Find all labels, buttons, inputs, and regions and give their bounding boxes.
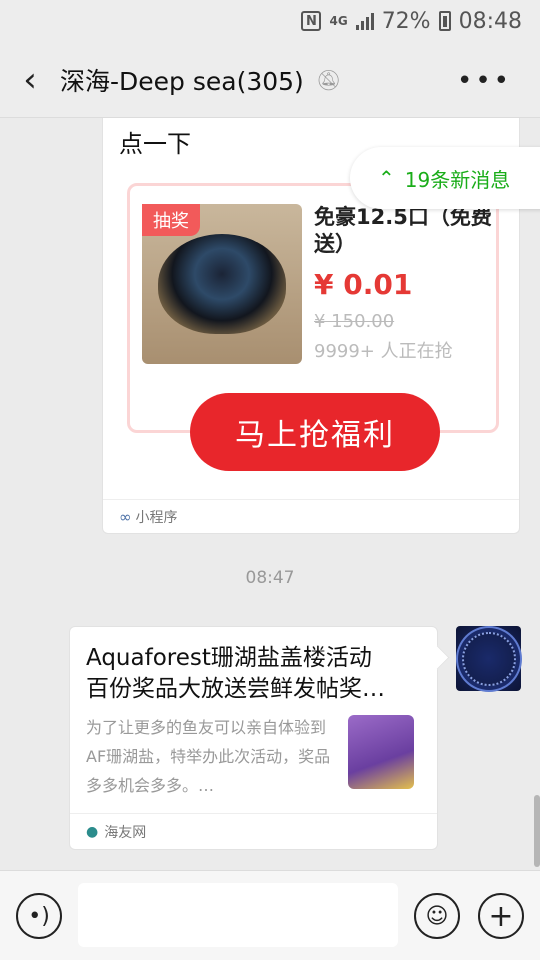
status-clock: 08:48 bbox=[458, 8, 522, 34]
link-card-title: Aquaforest珊湖盐盖楼活动 百份奖品大放送尝鲜发帖奖… bbox=[86, 643, 426, 705]
mini-program-icon: ∞ bbox=[119, 507, 132, 526]
signal-icon bbox=[355, 12, 374, 30]
nfc-icon: N bbox=[301, 11, 322, 31]
source-icon: ● bbox=[86, 823, 99, 840]
battery-percent: 72% bbox=[381, 8, 431, 34]
message-input[interactable] bbox=[78, 883, 398, 947]
lottery-badge: 抽奖 bbox=[142, 204, 200, 236]
voice-icon: •) bbox=[28, 903, 50, 929]
link-card-footer: ● 海友网 bbox=[70, 813, 437, 849]
battery-icon bbox=[438, 11, 451, 31]
network-type: 4G bbox=[329, 13, 348, 28]
participants-count: 9999+ 人正在抢 bbox=[314, 341, 453, 362]
bowl-image bbox=[158, 234, 286, 334]
promo-box[interactable]: 抽奖 免豪12.5口（免费送） ¥ 0.01 ¥ 150.00 9999+ 人正… bbox=[127, 183, 499, 471]
emoji-button[interactable]: ☺ bbox=[414, 893, 460, 939]
mini-program-label: 小程序 bbox=[135, 509, 178, 526]
chat-header: ‹ 深海-Deep sea(305) 🔕︎ ••• bbox=[0, 42, 540, 118]
grab-benefit-button[interactable]: 马上抢福利 bbox=[190, 393, 440, 471]
link-card-title-line1: Aquaforest珊湖盐盖楼活动 bbox=[86, 645, 372, 671]
product-name: 免豪12.5口（免费送） bbox=[314, 205, 492, 256]
chat-title: 深海-Deep sea(305) bbox=[60, 66, 304, 96]
link-card[interactable]: Aquaforest珊湖盐盖楼活动 百份奖品大放送尝鲜发帖奖… 为了让更多的鱼友… bbox=[69, 626, 438, 850]
emoji-icon: ☺ bbox=[425, 903, 449, 929]
new-messages-banner[interactable]: ⌃ 19条新消息 bbox=[350, 147, 540, 209]
plus-button[interactable]: + bbox=[478, 893, 524, 939]
bell-off-icon: 🔕︎ bbox=[315, 67, 342, 92]
status-bar: N 4G 72% 08:48 bbox=[0, 0, 540, 42]
plus-icon: + bbox=[488, 898, 514, 934]
link-card-thumbnail bbox=[348, 715, 414, 789]
product-price: ¥ 0.01 bbox=[314, 268, 413, 301]
avatar-pattern bbox=[461, 631, 516, 686]
chevron-left-icon: ‹ bbox=[23, 59, 37, 100]
link-card-description: 为了让更多的鱼友可以亲自体验到AF珊湖盐，特举办此次活动，奖品多多机会多多。… bbox=[86, 718, 331, 795]
message-timestamp: 08:47 bbox=[245, 568, 295, 588]
input-bar: •) ☺ + bbox=[0, 870, 540, 960]
new-messages-text: 19条新消息 bbox=[404, 167, 511, 192]
voice-button[interactable]: •) bbox=[16, 893, 62, 939]
link-card-title-line2: 百份奖品大放送尝鲜发帖奖… bbox=[86, 676, 385, 702]
card-partial-text: 点一下 bbox=[119, 130, 191, 158]
more-button[interactable]: ••• bbox=[457, 66, 512, 96]
scrollbar[interactable] bbox=[534, 795, 540, 867]
mini-program-footer: ∞ 小程序 bbox=[103, 499, 519, 533]
original-price: ¥ 150.00 bbox=[314, 311, 395, 332]
link-card-source: 海友网 bbox=[104, 824, 147, 841]
double-chevron-up-icon: ⌃ bbox=[378, 166, 395, 190]
back-button[interactable]: ‹ bbox=[0, 42, 60, 118]
sender-avatar[interactable] bbox=[456, 626, 521, 691]
